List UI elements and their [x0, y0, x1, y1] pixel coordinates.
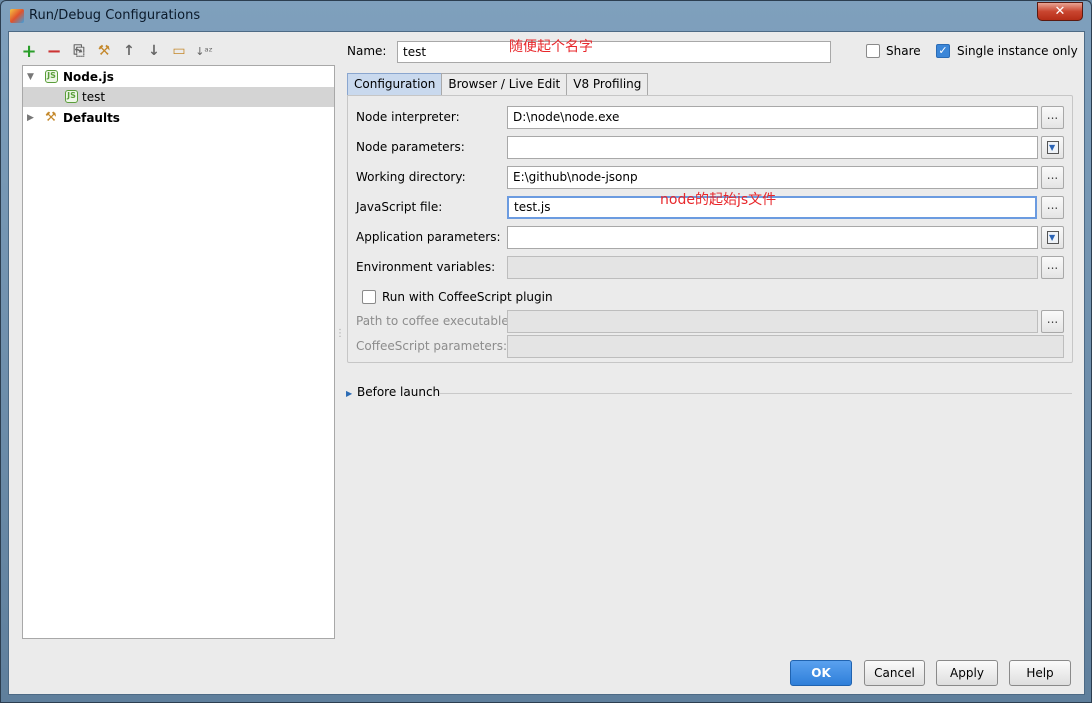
dialog-content: + − ⎘ ⚒ ↑ ↓ ▭ ↓ᵃᶻ ▼ JS Node.js JS test ▶…	[8, 31, 1085, 695]
configurations-tree[interactable]: ▼ JS Node.js JS test ▶ ⚒ Defaults	[22, 65, 335, 639]
tab-v8-profiling[interactable]: V8 Profiling	[566, 73, 649, 95]
cancel-button[interactable]: Cancel	[864, 660, 925, 686]
sort-icon[interactable]: ↓ᵃᶻ	[195, 43, 213, 59]
title-bar[interactable]: Run/Debug Configurations ✕	[1, 1, 1091, 31]
environment-variables-browse-button[interactable]: ...	[1041, 256, 1064, 279]
tab-browser-live-edit[interactable]: Browser / Live Edit	[441, 73, 568, 95]
path-to-coffee-browse-button[interactable]: ...	[1041, 310, 1064, 333]
before-launch-toggle[interactable]: Before launch	[357, 385, 440, 399]
apply-button[interactable]: Apply	[936, 660, 998, 686]
tab-configuration[interactable]: Configuration	[347, 73, 443, 95]
application-parameters-field[interactable]	[507, 226, 1038, 249]
configurations-toolbar: + − ⎘ ⚒ ↑ ↓ ▭ ↓ᵃᶻ	[21, 40, 212, 62]
wrench-icon: ⚒	[45, 110, 57, 125]
tree-item-label: Node.js	[63, 70, 114, 84]
working-directory-label: Working directory:	[356, 170, 466, 184]
tree-item-label: test	[82, 90, 106, 104]
edit-defaults-icon[interactable]: ⚒	[96, 43, 112, 59]
coffeescript-checkbox[interactable]	[362, 290, 376, 304]
expand-arrow-icon[interactable]: ▼	[27, 67, 37, 87]
expand-editor-icon	[1047, 231, 1059, 244]
coffeescript-parameters-field	[507, 335, 1064, 358]
share-label: Share	[886, 44, 921, 58]
tree-item-test[interactable]: JS test	[23, 87, 334, 107]
tree-item-nodejs[interactable]: ▼ JS Node.js	[23, 67, 334, 87]
node-parameters-field[interactable]	[507, 136, 1038, 159]
javascript-file-annotation: node的起始js文件	[660, 192, 777, 208]
window-title: Run/Debug Configurations	[29, 8, 201, 23]
share-checkbox[interactable]	[866, 44, 880, 58]
before-launch-divider	[439, 393, 1072, 394]
name-input[interactable]: test	[397, 41, 831, 63]
move-up-icon[interactable]: ↑	[121, 43, 137, 59]
coffeescript-checkbox-label: Run with CoffeeScript plugin	[382, 290, 553, 304]
javascript-file-label: JavaScript file:	[356, 200, 443, 214]
tree-item-label: Defaults	[63, 111, 120, 125]
move-down-icon[interactable]: ↓	[146, 43, 162, 59]
working-directory-field[interactable]: E:\github\node-jsonp	[507, 166, 1038, 189]
help-button[interactable]: Help	[1009, 660, 1071, 686]
environment-variables-field[interactable]	[507, 256, 1038, 279]
coffeescript-parameters-label: CoffeeScript parameters:	[356, 339, 508, 353]
window-close-button[interactable]: ✕	[1037, 2, 1083, 21]
node-interpreter-browse-button[interactable]: ...	[1041, 106, 1064, 129]
path-to-coffee-field	[507, 310, 1038, 333]
ok-button[interactable]: OK	[790, 660, 852, 686]
node-interpreter-field[interactable]: D:\node\node.exe	[507, 106, 1038, 129]
webstorm-app-icon	[10, 9, 24, 23]
remove-icon[interactable]: −	[46, 41, 62, 62]
expand-editor-icon	[1047, 141, 1059, 154]
collapse-arrow-icon[interactable]: ▶	[27, 108, 37, 128]
application-parameters-expand-button[interactable]	[1041, 226, 1064, 249]
node-parameters-expand-button[interactable]	[1041, 136, 1064, 159]
node-parameters-label: Node parameters:	[356, 140, 465, 154]
path-to-coffee-label: Path to coffee executable:	[356, 314, 513, 328]
application-parameters-label: Application parameters:	[356, 230, 501, 244]
tree-item-defaults[interactable]: ▶ ⚒ Defaults	[23, 108, 334, 128]
nodejs-icon: JS	[65, 90, 78, 103]
name-annotation: 随便起个名字	[509, 39, 593, 55]
before-launch-arrow-icon[interactable]: ▶	[346, 389, 352, 398]
add-icon[interactable]: +	[21, 41, 37, 62]
run-debug-configurations-window: Run/Debug Configurations ✕ + − ⎘ ⚒ ↑ ↓ ▭…	[0, 0, 1092, 703]
javascript-file-browse-button[interactable]: ...	[1041, 196, 1064, 219]
node-interpreter-label: Node interpreter:	[356, 110, 460, 124]
name-label: Name:	[347, 44, 387, 58]
panel-splitter[interactable]: ⋮	[335, 329, 345, 346]
copy-icon[interactable]: ⎘	[71, 43, 87, 59]
working-directory-browse-button[interactable]: ...	[1041, 166, 1064, 189]
single-instance-checkbox[interactable]: ✓	[936, 44, 950, 58]
single-instance-label: Single instance only	[957, 44, 1078, 58]
configuration-panel: Node interpreter: D:\node\node.exe ... N…	[347, 95, 1073, 363]
nodejs-icon: JS	[45, 70, 58, 83]
config-tabs: Configuration Browser / Live Edit V8 Pro…	[347, 73, 649, 95]
folder-icon[interactable]: ▭	[171, 43, 187, 59]
environment-variables-label: Environment variables:	[356, 260, 496, 274]
